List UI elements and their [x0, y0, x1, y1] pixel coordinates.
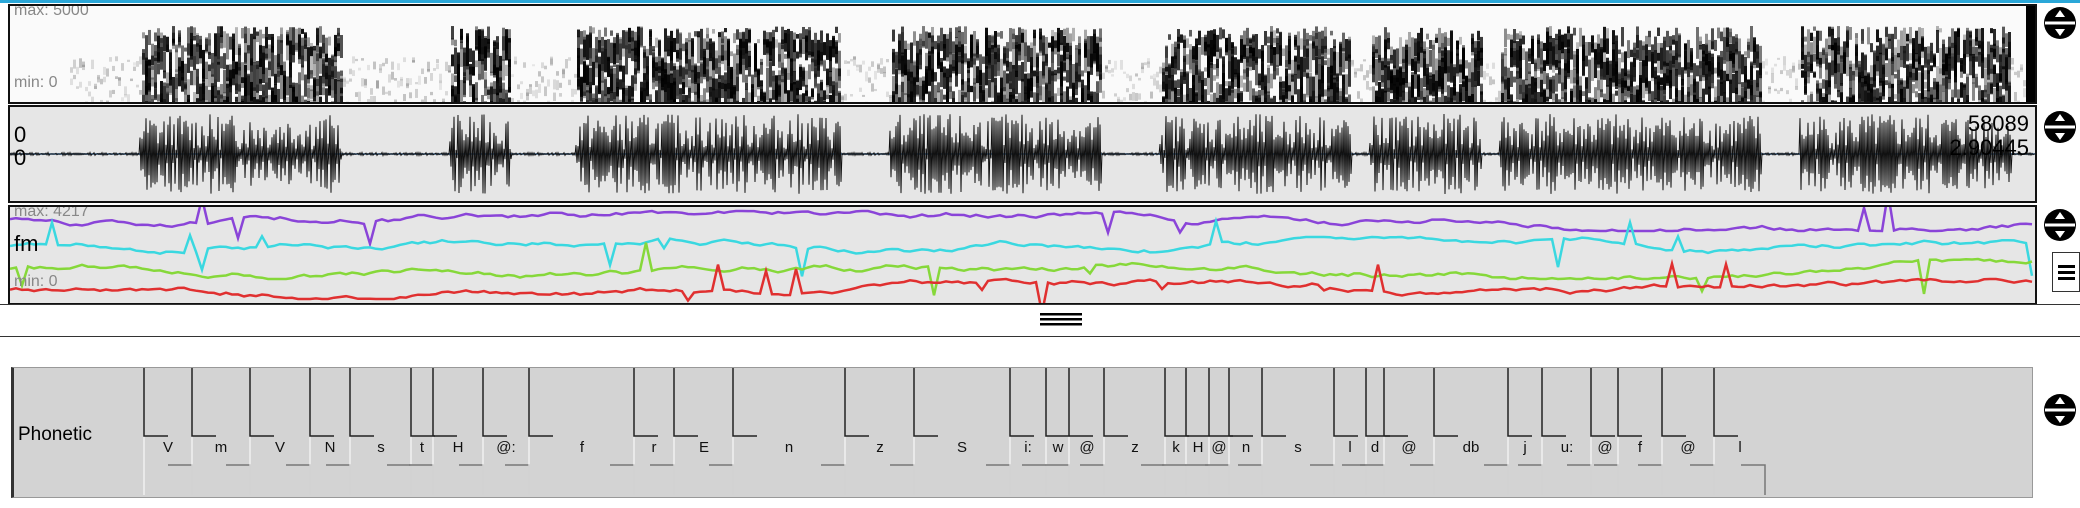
oscillogram-end-time: 2.90445 — [1949, 135, 2029, 160]
spectrogram-min-label: min: 0 — [14, 74, 58, 91]
phonetic-segment-label[interactable]: s — [1294, 439, 1302, 456]
spectrogram-texture — [70, 6, 2035, 102]
oscillogram-end-sample: 58089 — [1967, 111, 2029, 136]
phonetic-segment-label[interactable]: @ — [1079, 439, 1094, 456]
phonetic-segment-label[interactable]: n — [785, 439, 793, 456]
phonetic-segment-label[interactable]: @ — [1211, 439, 1226, 456]
phonetic-segment-label[interactable]: w — [1052, 439, 1064, 456]
phonetic-segment-label[interactable]: z — [1131, 439, 1139, 456]
phonetic-segments: Vm V Ns t H @: f r En z Si: w @ z k H @ n s l d @ db j u: @ f @ l — [143, 368, 1766, 495]
formant-resize-icon[interactable] — [2043, 208, 2077, 242]
spectrogram-max-label: max: 5000 — [14, 4, 89, 19]
phonetic-segment-label[interactable]: z — [876, 439, 884, 456]
top-accent-bar — [0, 0, 2080, 3]
phonetic-segment-label[interactable]: j — [1522, 439, 1526, 456]
phonetic-segment-label[interactable]: S — [957, 439, 967, 456]
spectrogram-resize-icon[interactable] — [2043, 6, 2077, 40]
panel-menu-button[interactable] — [2052, 252, 2080, 292]
drag-handle-icon[interactable] — [1040, 312, 1082, 328]
hamburger-icon — [2058, 265, 2075, 280]
phonetic-segment-label[interactable]: f — [1638, 439, 1643, 456]
divider-top — [0, 304, 2080, 305]
phonetic-segment-label[interactable]: l — [1348, 439, 1351, 456]
phonetic-segment-label[interactable]: @ — [1401, 439, 1416, 456]
phonetic-segment-label[interactable]: E — [699, 439, 709, 456]
phonetic-segment-label[interactable]: @ — [1597, 439, 1612, 456]
spectrogram-image — [70, 6, 2035, 102]
phonetic-segment-label[interactable]: u: — [1561, 439, 1574, 456]
phonetic-segment-label[interactable]: db — [1463, 439, 1480, 456]
formant-min-label: min: 0 — [14, 273, 58, 290]
divider-bottom — [0, 336, 2080, 337]
oscillogram-resize-icon[interactable] — [2043, 110, 2077, 144]
phonetic-segment-label[interactable]: i: — [1024, 439, 1032, 456]
phonetic-segment-label[interactable]: V — [275, 439, 285, 456]
formant-f4-track — [10, 207, 2033, 249]
phonetic-segment-label[interactable]: n — [1242, 439, 1250, 456]
phonetic-segment-label[interactable]: N — [325, 439, 336, 456]
formant-max-label: max: 4217 — [14, 205, 89, 220]
formant-tracks — [10, 207, 2034, 303]
formant-f1-track — [10, 258, 2033, 303]
phonetic-segment-label[interactable]: m — [215, 439, 228, 456]
oscillogram-panel[interactable]: 0 0 58089 2.90445 — [8, 105, 2037, 203]
spectrogram-panel[interactable]: max: 5000 min: 0 — [8, 4, 2037, 104]
formant-track-label: fm — [14, 231, 39, 256]
phonetic-segment-label[interactable]: l — [1738, 439, 1741, 456]
phonetic-segment-label[interactable]: @: — [496, 439, 515, 456]
phonetic-level[interactable]: Phonetic Vm V Ns t H @: f r En z Si: w @ z k H @ n s l d @ db j… — [11, 367, 2033, 498]
phonetic-segment-label[interactable]: t — [420, 439, 425, 456]
waveform — [10, 113, 2035, 195]
phonetic-segment-label[interactable]: f — [580, 439, 585, 456]
phonetic-segment-label[interactable]: H — [453, 439, 464, 456]
phonetic-resize-icon[interactable] — [2043, 393, 2077, 427]
phonetic-segment-label[interactable]: @ — [1680, 439, 1695, 456]
phonetic-segment-label[interactable]: H — [1193, 439, 1204, 456]
phonetic-segment-label[interactable]: V — [163, 439, 173, 456]
phonetic-segment-label[interactable]: k — [1172, 439, 1180, 456]
oscillogram-start-time: 0 — [14, 145, 27, 170]
phonetic-segment-label[interactable]: r — [652, 439, 657, 456]
phonetic-segment-label[interactable]: d — [1371, 439, 1379, 456]
phonetic-segment-label[interactable]: s — [377, 439, 385, 456]
formant-panel[interactable]: max: 4217 fm min: 0 — [8, 205, 2037, 305]
